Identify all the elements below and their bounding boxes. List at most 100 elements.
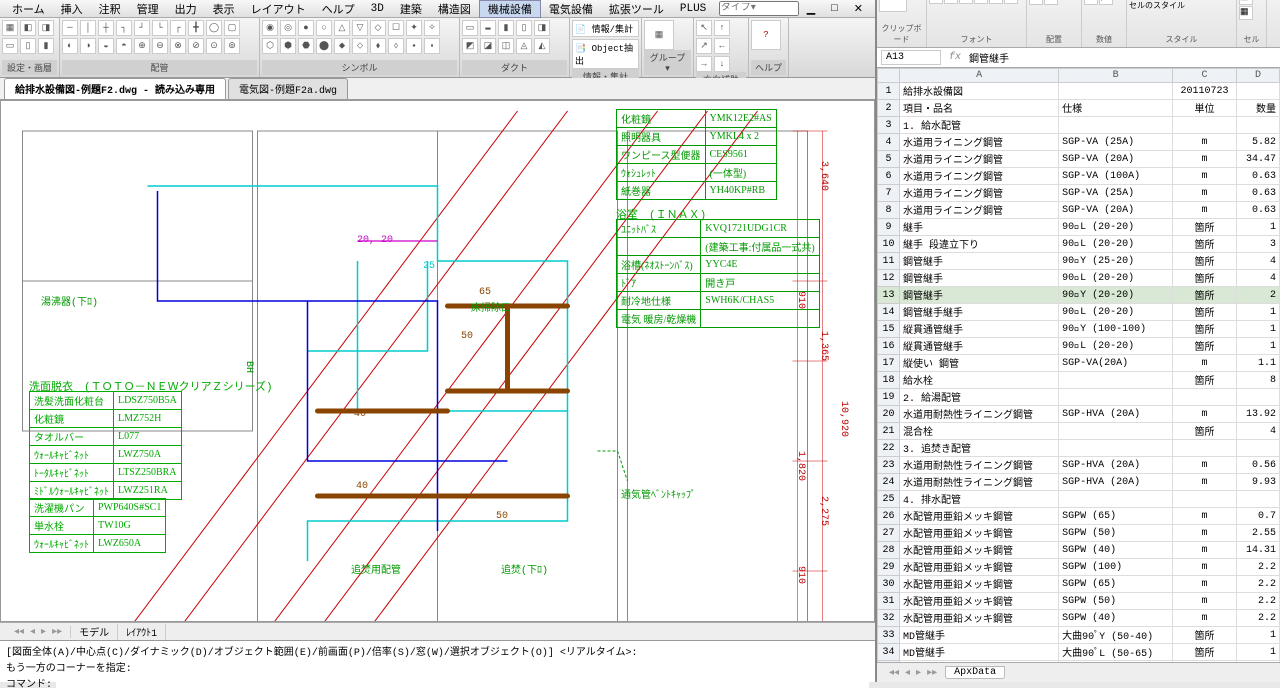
tool-icon[interactable]: ▭ xyxy=(2,38,18,54)
border-button[interactable]: ▦ xyxy=(974,0,988,4)
comma-button[interactable]: , xyxy=(1099,0,1113,5)
sheet-tab[interactable]: ApxData xyxy=(945,666,1005,679)
pipe-tool-icon[interactable]: ◑ xyxy=(80,38,96,54)
tool-icon[interactable]: ◧ xyxy=(20,20,36,36)
name-box[interactable] xyxy=(881,50,941,65)
tool-icon[interactable]: ▯ xyxy=(20,38,36,54)
duct-tool-icon[interactable]: ▯ xyxy=(516,20,532,36)
pipe-tool-icon[interactable]: ◒ xyxy=(98,38,114,54)
pipe-tool-icon[interactable]: ⊘ xyxy=(188,38,204,54)
cell-style-button[interactable]: セルのスタイル xyxy=(1129,0,1216,11)
bold-button[interactable]: B xyxy=(929,0,943,4)
menu-help[interactable]: ヘルプ xyxy=(314,1,363,17)
sym-tool-icon[interactable]: △ xyxy=(334,20,350,36)
pipe-tool-icon[interactable]: ┌ xyxy=(170,20,186,36)
layout-tab[interactable]: ﾚｲｱｳﾄ1 xyxy=(118,624,166,640)
doc-tab-2[interactable]: 電気図-例題F2a.dwg xyxy=(228,78,348,99)
fill-button[interactable]: ▨ xyxy=(989,0,1003,4)
sym-tool-icon[interactable]: ✦ xyxy=(406,20,422,36)
align-button[interactable]: ⇥ xyxy=(1029,0,1043,5)
pipe-tool-icon[interactable]: ⊕ xyxy=(134,38,150,54)
pipe-tool-icon[interactable]: ⊙ xyxy=(206,38,222,54)
sym-tool-icon[interactable]: ⬩ xyxy=(406,38,422,54)
percent-button[interactable]: % xyxy=(1084,0,1098,5)
dir-tool-icon[interactable]: ← xyxy=(714,38,730,54)
dir-tool-icon[interactable]: ↑ xyxy=(714,20,730,36)
sym-tool-icon[interactable]: ⬣ xyxy=(298,38,314,54)
duct-tool-icon[interactable]: ◩ xyxy=(462,38,478,54)
menu-insert[interactable]: 挿入 xyxy=(53,1,91,17)
model-tab[interactable]: モデル xyxy=(71,624,118,640)
sym-tool-icon[interactable]: ◉ xyxy=(262,20,278,36)
sym-tool-icon[interactable]: ◇ xyxy=(370,20,386,36)
menu-elec[interactable]: 電気設備 xyxy=(541,1,601,17)
menu-manage[interactable]: 管理 xyxy=(129,1,167,17)
menu-3d[interactable]: 3D xyxy=(363,3,392,15)
pipe-tool-icon[interactable]: ╋ xyxy=(188,20,204,36)
pipe-tool-icon[interactable]: │ xyxy=(80,20,96,36)
menu-arch[interactable]: 建築 xyxy=(392,1,430,17)
menu-mech[interactable]: 機械設備 xyxy=(479,0,541,18)
sym-tool-icon[interactable]: ⬢ xyxy=(280,38,296,54)
pipe-tool-icon[interactable]: ◓ xyxy=(116,38,132,54)
delete-cell-button[interactable]: ▦ xyxy=(1239,0,1253,5)
info-list-button[interactable]: 📄 情報/集計 xyxy=(572,20,639,37)
formula-input[interactable] xyxy=(965,51,1280,64)
close-icon[interactable]: ✕ xyxy=(846,2,871,16)
menu-output[interactable]: 出力 xyxy=(167,1,205,17)
tool-icon[interactable]: ◨ xyxy=(38,20,54,36)
sheet-grid[interactable]: ABCD1給排水設備図201107232項目・品名仕様単位数量31. 給水配管4… xyxy=(877,68,1280,662)
format-cell-button[interactable]: ▦ xyxy=(1239,6,1253,20)
dir-tool-icon[interactable]: ↓ xyxy=(714,56,730,72)
pipe-tool-icon[interactable]: ⊚ xyxy=(224,38,240,54)
pipe-tool-icon[interactable]: ┘ xyxy=(134,20,150,36)
duct-tool-icon[interactable]: ▬ xyxy=(480,20,496,36)
menu-ext[interactable]: 拡張ツール xyxy=(601,1,672,17)
sym-tool-icon[interactable]: ☐ xyxy=(388,20,404,36)
doc-tab-1[interactable]: 給排水設備図-例題F2.dwg - 読み込み専用 xyxy=(4,78,226,99)
dir-tool-icon[interactable]: → xyxy=(696,56,712,72)
menu-plus[interactable]: PLUS xyxy=(672,3,714,15)
pipe-tool-icon[interactable]: ◐ xyxy=(62,38,78,54)
tool-icon[interactable]: ▮ xyxy=(38,38,54,54)
menu-view[interactable]: 表示 xyxy=(205,1,243,17)
max-icon[interactable]: □ xyxy=(823,3,846,15)
pipe-tool-icon[interactable]: ┐ xyxy=(116,20,132,36)
dir-tool-icon[interactable]: ↗ xyxy=(696,38,712,54)
menu-annotate[interactable]: 注釈 xyxy=(91,1,129,17)
object-extract-button[interactable]: 📑 Object抽出 xyxy=(572,39,639,69)
pipe-tool-icon[interactable]: ▢ xyxy=(224,20,240,36)
underline-button[interactable]: U xyxy=(959,0,973,4)
duct-tool-icon[interactable]: ▮ xyxy=(498,20,514,36)
pipe-tool-icon[interactable]: ⊗ xyxy=(170,38,186,54)
sym-tool-icon[interactable]: ◎ xyxy=(280,20,296,36)
sym-tool-icon[interactable]: ⬨ xyxy=(388,38,404,54)
tool-icon[interactable]: ▦ xyxy=(2,20,18,36)
duct-tool-icon[interactable]: ◪ xyxy=(480,38,496,54)
pipe-tool-icon[interactable]: └ xyxy=(152,20,168,36)
duct-tool-icon[interactable]: ◨ xyxy=(534,20,550,36)
pipe-tool-icon[interactable]: ⊖ xyxy=(152,38,168,54)
font-color-button[interactable]: A xyxy=(1004,0,1018,4)
group-button[interactable]: ▦ xyxy=(644,20,674,50)
help-button[interactable]: ? xyxy=(751,20,781,50)
sym-tool-icon[interactable]: ⬥ xyxy=(334,38,350,54)
duct-tool-icon[interactable]: ◫ xyxy=(498,38,514,54)
duct-tool-icon[interactable]: ▭ xyxy=(462,20,478,36)
sym-tool-icon[interactable]: ● xyxy=(298,20,314,36)
fx-icon[interactable]: fx xyxy=(945,52,965,63)
sym-tool-icon[interactable]: ○ xyxy=(316,20,332,36)
italic-button[interactable]: I xyxy=(944,0,958,4)
type-search[interactable] xyxy=(719,1,799,16)
pipe-tool-icon[interactable]: ◯ xyxy=(206,20,222,36)
duct-tool-icon[interactable]: ◭ xyxy=(534,38,550,54)
sym-tool-icon[interactable]: ▽ xyxy=(352,20,368,36)
menu-struct[interactable]: 構造図 xyxy=(430,1,479,17)
sym-tool-icon[interactable]: ⬡ xyxy=(262,38,278,54)
menu-layout[interactable]: レイアウト xyxy=(243,1,314,17)
min-icon[interactable]: ▁ xyxy=(799,2,823,16)
sym-tool-icon[interactable]: ✧ xyxy=(424,20,440,36)
duct-tool-icon[interactable]: ◬ xyxy=(516,38,532,54)
pipe-tool-icon[interactable]: ┼ xyxy=(98,20,114,36)
drawing-canvas[interactable]: 20, 20 25 65 50 40 40 50 BH 3,640 910 1,… xyxy=(0,100,875,622)
